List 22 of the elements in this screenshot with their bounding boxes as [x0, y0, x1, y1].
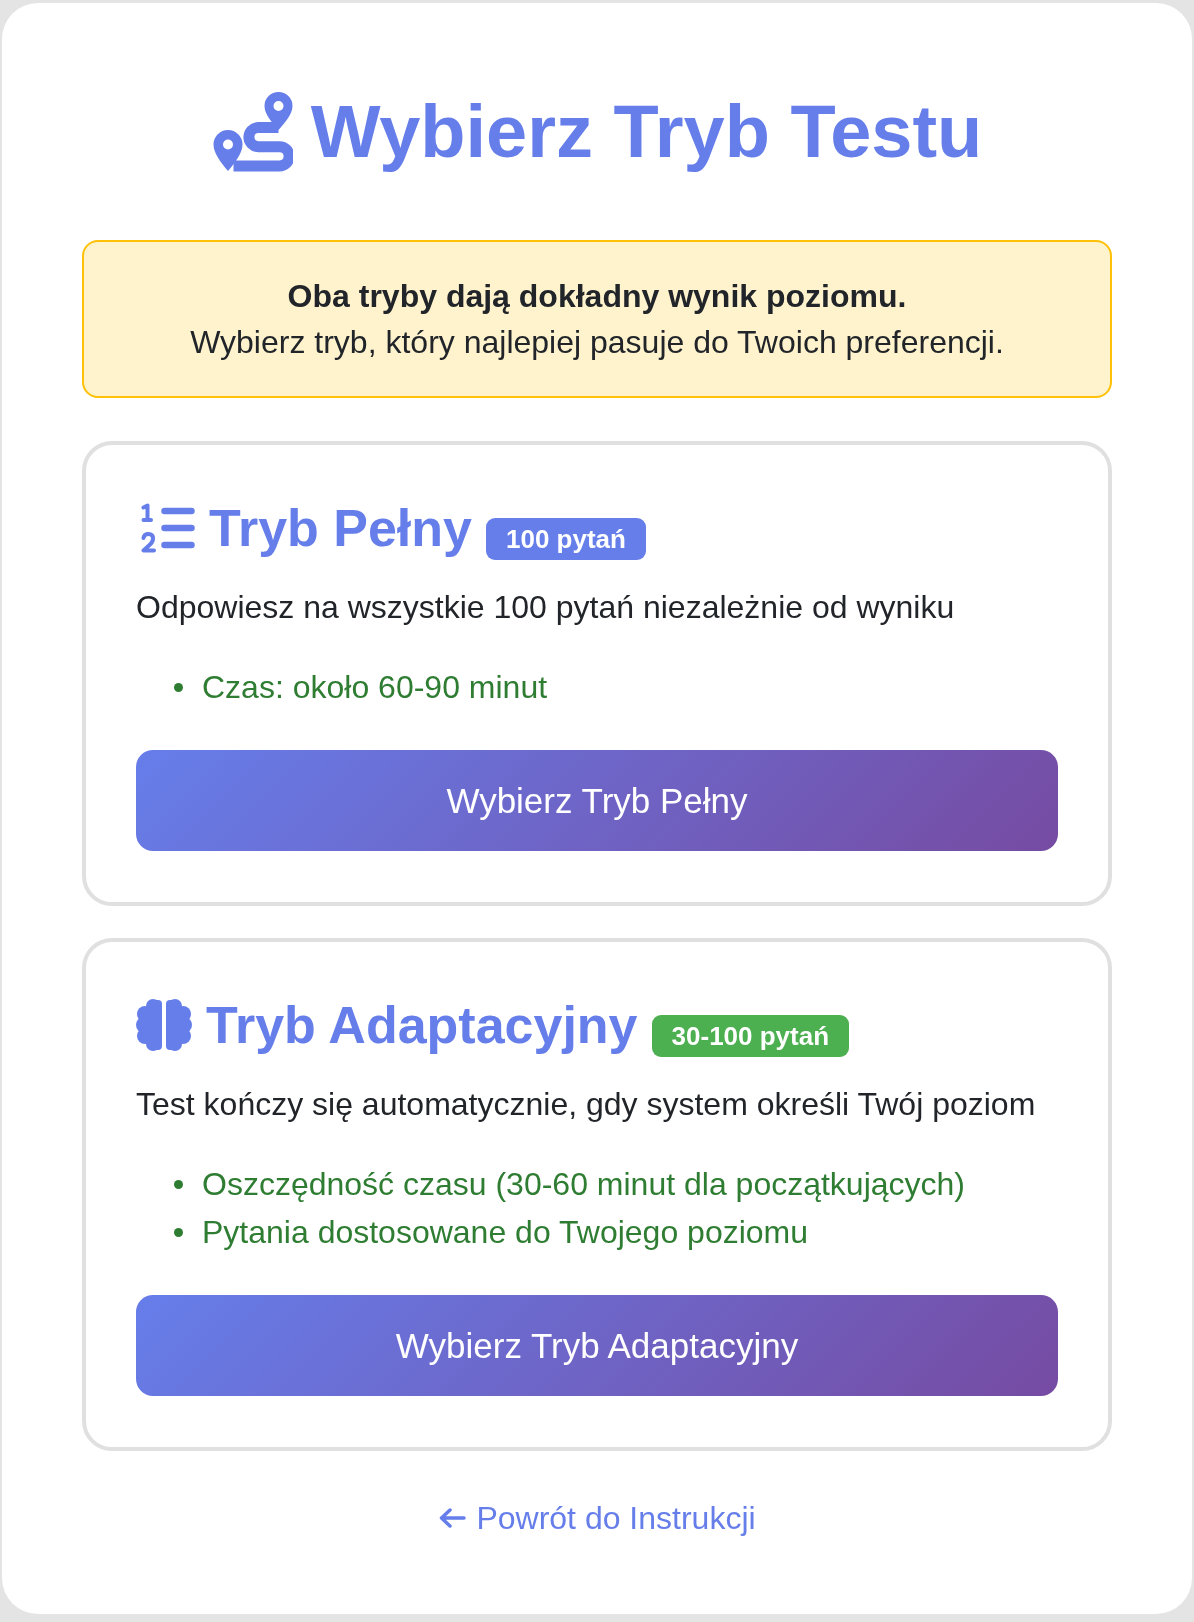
mode-description: Odpowiesz na wszystkie 100 pytań niezależnie od wyniku [136, 588, 955, 627]
question-count-badge: 30-100 pytań [651, 1015, 850, 1057]
mode-title: Tryb Adaptacyjny [206, 995, 638, 1056]
mode-description: Test kończy się automatycznie, gdy system określi Twój poziom [136, 1085, 1036, 1124]
notice-heading: Oba tryby dają dokładny wynik poziomu. [287, 277, 907, 316]
brain-icon [136, 997, 192, 1053]
bullet-icon [174, 1227, 183, 1237]
mode-title: Tryb Pełny [209, 498, 472, 559]
bullet-icon [174, 682, 183, 692]
question-count-badge: 100 pytań [486, 518, 646, 560]
page-title: Wybierz Tryb Testu [310, 91, 983, 173]
bullet-icon [174, 1179, 183, 1189]
arrow-left-icon [438, 1507, 467, 1529]
feature-text: Oszczędność czasu (30-60 minut dla początkujących) [202, 1165, 965, 1204]
select-mode-button[interactable]: Wybierz Tryb Adaptacyjny [136, 1295, 1058, 1396]
route-icon [211, 92, 293, 172]
back-link[interactable]: Powrót do Instrukcji [438, 1494, 756, 1542]
feature-text: Czas: około 60-90 minut [202, 668, 548, 707]
feature-text: Pytania dostosowane do Twojego poziomu [202, 1213, 809, 1252]
notice-text: Wybierz tryb, który najlepiej pasuje do Twoich preferencji. [190, 323, 1004, 362]
numbered-list-icon [141, 503, 195, 553]
select-mode-button[interactable]: Wybierz Tryb Pełny [136, 750, 1058, 851]
